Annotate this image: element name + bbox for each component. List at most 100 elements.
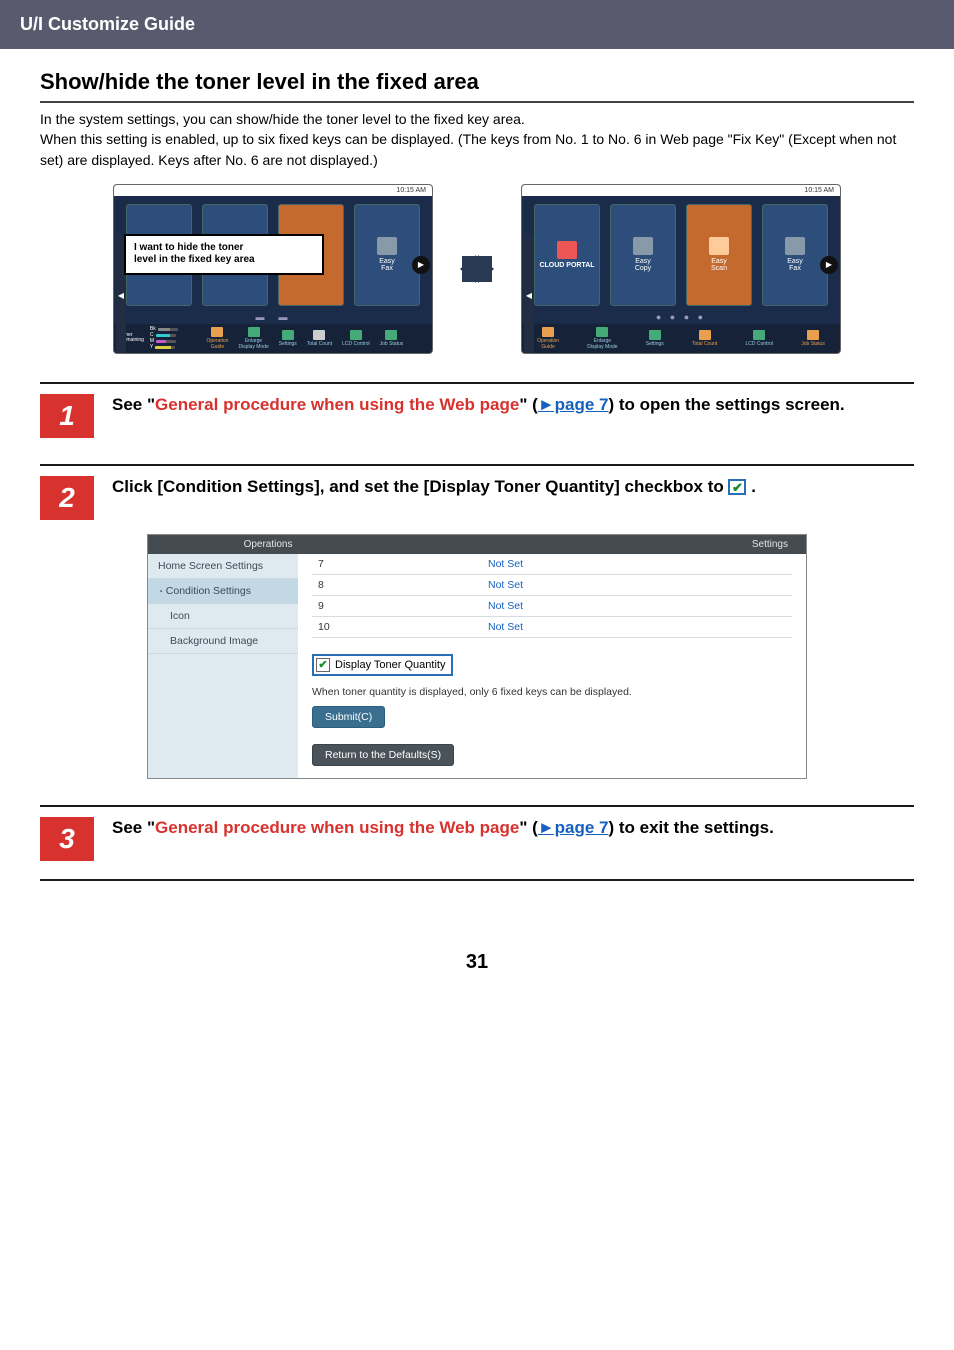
- bottom-job: Job Status: [380, 330, 404, 347]
- cell-num: 8: [312, 575, 482, 595]
- bottom-total: Total Count: [307, 330, 332, 347]
- bottom-total-label: Total Count: [307, 341, 332, 347]
- checkbox-label: Display Toner Quantity: [335, 659, 445, 671]
- bottom-lcd-label: LCD Control: [342, 341, 370, 347]
- cell-val[interactable]: Not Set: [482, 575, 792, 595]
- bottom-job-label: Job Status: [380, 341, 404, 347]
- bottom-settings-r: Settings: [646, 330, 664, 347]
- cell-num: 9: [312, 596, 482, 616]
- side-home[interactable]: Home Screen Settings: [148, 554, 298, 579]
- callout-line2: level in the fixed key area: [134, 254, 255, 265]
- clock-label-r: 10:15 AM: [804, 187, 834, 194]
- checkbox-checked-icon: ✔: [728, 479, 746, 495]
- screen-nav-right-icon: ▶: [412, 256, 430, 274]
- bottom-lcd: LCD Control: [342, 330, 370, 347]
- tab-blank3: [310, 535, 349, 554]
- bottom-guide-label-r: Operation Guide: [537, 338, 559, 350]
- step1-mid: " (: [519, 395, 537, 414]
- side-icon[interactable]: Icon: [148, 604, 298, 629]
- callout-line1: I want to hide the toner: [134, 242, 243, 253]
- step-number-1: 1: [40, 394, 94, 438]
- screen-before: 10:15 AM ◀ CLOUD PORTAL Easy Copy Easy S…: [113, 184, 433, 354]
- table-row: 9Not Set: [312, 596, 792, 617]
- bottom-settings-label: Settings: [279, 341, 297, 347]
- bottom-job-r: Job Status: [801, 330, 825, 347]
- table-row: 8Not Set: [312, 575, 792, 596]
- cell-val[interactable]: Not Set: [482, 554, 792, 574]
- bottom-enlarge-label: Enlarge Display Mode: [238, 338, 268, 350]
- tile-copy-r: Easy Copy: [610, 204, 676, 306]
- step1-post: ) to open the settings screen.: [609, 395, 845, 414]
- section-heading: Show/hide the toner level in the fixed a…: [40, 69, 914, 103]
- tile-fax-r: Easy Fax: [762, 204, 828, 306]
- tile-fax-label-r: Easy Fax: [787, 258, 803, 272]
- display-toner-checkbox[interactable]: ✔ Display Toner Quantity: [312, 654, 453, 676]
- bottom-job-label-r: Job Status: [801, 341, 825, 347]
- bottom-total-r: Total Count: [692, 330, 717, 347]
- page-number: 31: [40, 951, 914, 974]
- bottom-lcd-r: LCD Control: [745, 330, 773, 347]
- checkbox-icon: ✔: [316, 658, 330, 672]
- checkbox-hint: When toner quantity is displayed, only 6…: [312, 686, 792, 698]
- clock-label: 10:15 AM: [396, 187, 426, 194]
- page-dots: ▬ ▬: [114, 310, 432, 324]
- cell-val[interactable]: Not Set: [482, 596, 792, 616]
- bottom-enlarge-r: Enlarge Display Mode: [587, 327, 617, 350]
- bottom-guide-r: Operation Guide: [537, 327, 559, 350]
- swap-arrow-icon: [451, 249, 503, 289]
- tab-blank2: [187, 535, 226, 554]
- step-3-text: See "General procedure when using the We…: [112, 817, 914, 840]
- tab-blank1: [148, 535, 187, 554]
- screen-nav-right-icon-r: ▶: [820, 256, 838, 274]
- step-number-3: 3: [40, 817, 94, 861]
- bottom-enlarge: Enlarge Display Mode: [238, 327, 268, 350]
- settings-sidebar: Home Screen Settings ◔ Condition Setting…: [148, 554, 298, 778]
- tile-scan-r: Easy Scan: [686, 204, 752, 306]
- step-number-2: 2: [40, 476, 94, 520]
- defaults-button[interactable]: Return to the Defaults(S): [312, 744, 454, 766]
- step-3: 3 See "General procedure when using the …: [40, 805, 914, 881]
- screen-nav-left-icon-r: ◀: [524, 236, 534, 354]
- step-2: 2 Click [Condition Settings], and set th…: [40, 464, 914, 779]
- step2-main: Click [Condition Settings], and set the …: [112, 477, 728, 496]
- step3-page-link[interactable]: ►page 7: [538, 818, 609, 837]
- toner-y-label: Y: [150, 345, 153, 350]
- step2-end: .: [746, 477, 755, 496]
- tile-cloud-r: CLOUD PORTAL: [534, 204, 600, 306]
- step1-pre: See ": [112, 395, 155, 414]
- tile-fax: Easy Fax: [354, 204, 420, 306]
- step1-page-link[interactable]: ►page 7: [538, 395, 609, 414]
- bottom-guide-label: Operation Guide: [206, 338, 228, 350]
- side-condition[interactable]: ◔ Condition Settings: [148, 579, 298, 604]
- step3-mid: " (: [519, 818, 537, 837]
- submit-button[interactable]: Submit(C): [312, 706, 385, 728]
- bottom-guide: Operation Guide: [206, 327, 228, 350]
- cell-num: 10: [312, 617, 482, 637]
- step-1: 1 See "General procedure when using the …: [40, 382, 914, 438]
- guide-header: U/I Customize Guide: [0, 0, 954, 49]
- tile-scan-label-r: Easy Scan: [711, 258, 727, 272]
- toner-bars: Bk C M Y: [150, 327, 178, 350]
- step1-red-link[interactable]: General procedure when using the Web pag…: [155, 395, 519, 414]
- table-row: 7Not Set: [312, 554, 792, 575]
- side-condition-label: Condition Settings: [166, 585, 251, 597]
- bottom-settings-label-r: Settings: [646, 341, 664, 347]
- bottom-total-label-r: Total Count: [692, 341, 717, 347]
- page-content: Show/hide the toner level in the fixed a…: [0, 49, 954, 1034]
- tile-cloud-label-r: CLOUD PORTAL: [539, 262, 594, 269]
- bottom-settings: Settings: [279, 330, 297, 347]
- tab-settings[interactable]: Settings: [734, 535, 806, 554]
- tile-fax-label: Easy Fax: [379, 258, 395, 272]
- settings-main: 7Not Set 8Not Set 9Not Set 10Not Set ✔ D…: [298, 554, 806, 778]
- bottom-lcd-label-r: LCD Control: [745, 341, 773, 347]
- tile-copy-label-r: Easy Copy: [635, 258, 651, 272]
- intro-text: In the system settings, you can show/hid…: [40, 109, 914, 170]
- side-bg[interactable]: Background Image: [148, 629, 298, 654]
- settings-screenshot: Operations Settings Home Screen Settings…: [147, 534, 807, 779]
- table-row: 10Not Set: [312, 617, 792, 638]
- figure-row: 10:15 AM ◀ CLOUD PORTAL Easy Copy Easy S…: [40, 184, 914, 354]
- cell-val[interactable]: Not Set: [482, 617, 792, 637]
- page-dots-r: ● ● ● ●: [522, 310, 840, 324]
- tab-operations[interactable]: Operations: [226, 535, 311, 554]
- step3-red-link[interactable]: General procedure when using the Web pag…: [155, 818, 519, 837]
